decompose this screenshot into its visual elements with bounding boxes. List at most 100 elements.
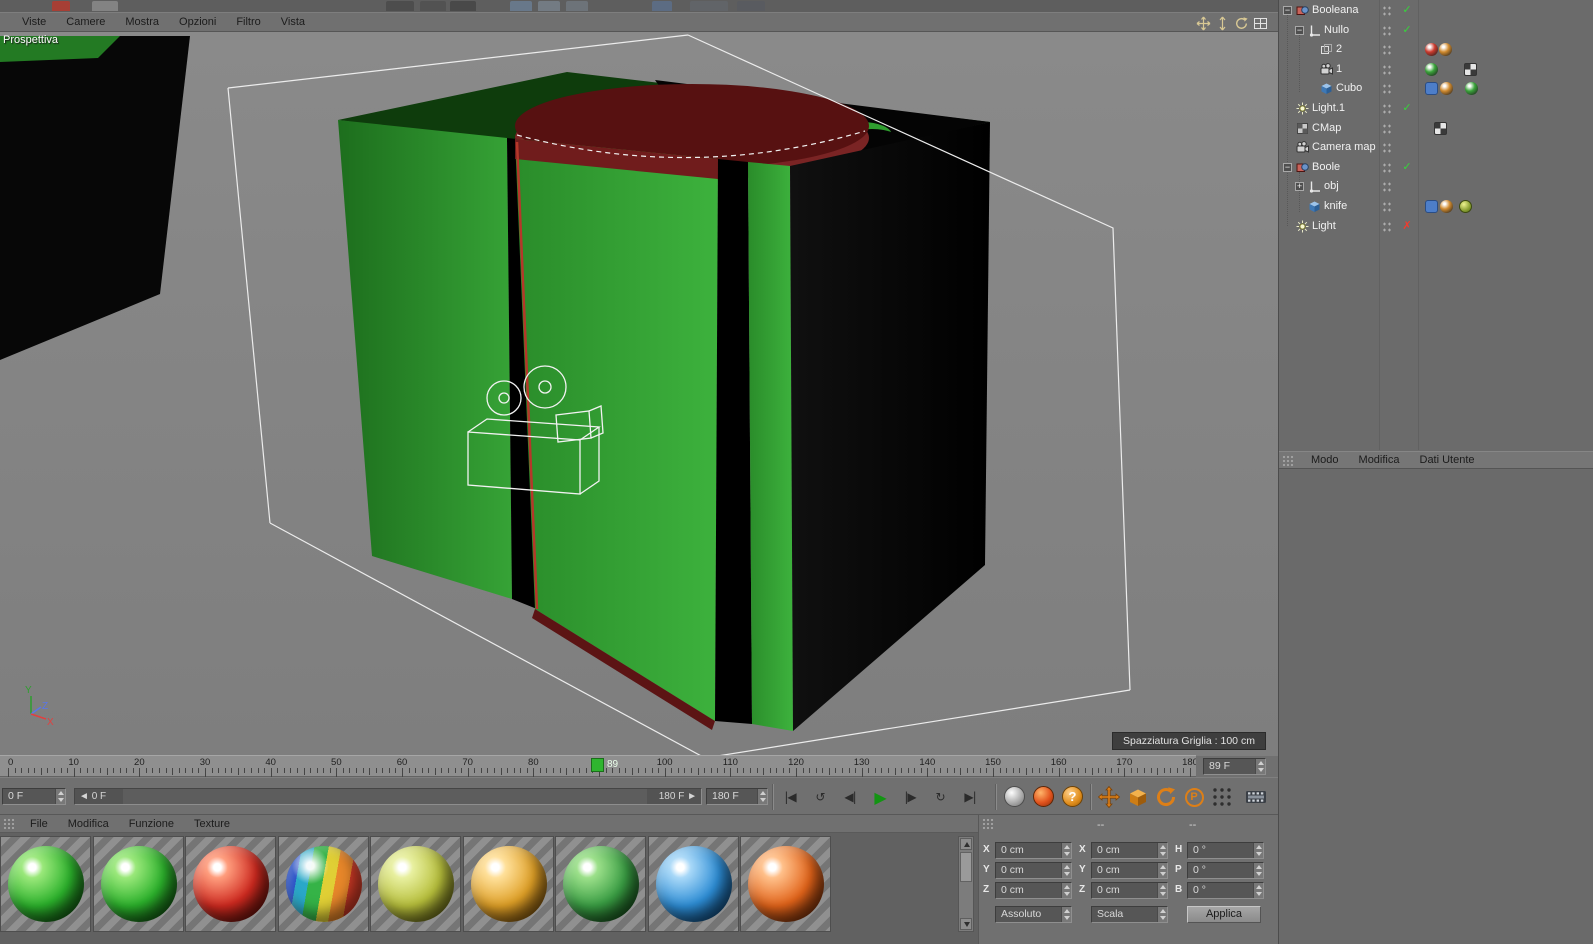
collapse-icon[interactable]: − bbox=[1283, 162, 1292, 172]
material-tile[interactable] bbox=[92, 836, 184, 932]
object-row-knife[interactable]: knife bbox=[1279, 197, 1593, 217]
range-start-handle[interactable]: ◄ 0 F bbox=[75, 789, 123, 804]
enabled-check-icon[interactable]: ✓ bbox=[1399, 101, 1415, 114]
current-frame-field[interactable]: 89 F bbox=[1203, 758, 1266, 775]
record-keyframe-icon[interactable] bbox=[1004, 786, 1025, 807]
object-row-light[interactable]: Light ✗ bbox=[1279, 217, 1593, 237]
tag-thumb[interactable] bbox=[1425, 200, 1438, 213]
material-menu-file[interactable]: File bbox=[20, 818, 58, 830]
visibility-dots-icon[interactable] bbox=[1382, 201, 1391, 213]
viewport-3d[interactable]: Y Z X Prospettiva Spazziatura Griglia : … bbox=[0, 32, 1278, 755]
material-tile[interactable] bbox=[370, 836, 461, 932]
material-menu-texture[interactable]: Texture bbox=[184, 818, 240, 830]
end-frame-spinner-icon[interactable] bbox=[757, 789, 767, 804]
record-parameter-button[interactable]: P bbox=[1181, 784, 1207, 810]
visibility-dots-icon[interactable] bbox=[1382, 24, 1391, 37]
timeline-ruler[interactable]: 0102030405060708090100110120130140150160… bbox=[0, 755, 1198, 777]
coords-mode-dropdown[interactable]: Assoluto bbox=[995, 906, 1072, 923]
coord-pos-x-field[interactable]: 0 cm bbox=[995, 842, 1072, 859]
material-tile[interactable] bbox=[740, 836, 831, 932]
collapse-icon[interactable]: − bbox=[1295, 25, 1304, 35]
menu-viste[interactable]: Viste bbox=[12, 16, 56, 28]
rotate-view-icon[interactable] bbox=[1233, 15, 1249, 31]
panel-handle-icon[interactable] bbox=[1282, 455, 1294, 467]
material-scrollbar[interactable] bbox=[958, 836, 974, 932]
object-row-nullo[interactable]: − Nullo ✓ bbox=[1279, 21, 1593, 41]
start-frame-field[interactable]: 0 F bbox=[2, 788, 66, 805]
record-position-button[interactable] bbox=[1096, 784, 1122, 810]
tab-modo[interactable]: Modo bbox=[1301, 454, 1349, 466]
scrollbar-thumb[interactable] bbox=[960, 852, 972, 882]
sphere-thumb[interactable] bbox=[1439, 43, 1452, 57]
apply-button[interactable]: Applica bbox=[1187, 906, 1261, 923]
material-tile[interactable] bbox=[0, 836, 91, 932]
coord-rot-p-field[interactable]: 0 ° bbox=[1187, 862, 1264, 879]
sphere-thumb[interactable] bbox=[1465, 82, 1478, 96]
visibility-dots-icon[interactable] bbox=[1382, 103, 1391, 115]
scroll-up-icon[interactable] bbox=[960, 838, 972, 850]
enabled-check-icon[interactable]: ✓ bbox=[1399, 3, 1415, 16]
record-scale-button[interactable] bbox=[1125, 784, 1151, 810]
spinner-icon[interactable] bbox=[1157, 843, 1167, 858]
material-tile[interactable] bbox=[462, 836, 554, 932]
coords-scale-dropdown[interactable]: Scala bbox=[1091, 906, 1168, 923]
spinner-icon[interactable] bbox=[1253, 863, 1263, 878]
spinner-icon[interactable] bbox=[1061, 863, 1071, 878]
play-button[interactable]: ▶ bbox=[868, 785, 892, 809]
coord-pos-z-field[interactable]: 0 cm bbox=[995, 882, 1072, 899]
object-row-light-1[interactable]: Light.1 ✓ bbox=[1279, 99, 1593, 119]
tab-modifica[interactable]: Modifica bbox=[1349, 454, 1410, 466]
prev-frame-button[interactable]: ◀| bbox=[838, 785, 862, 809]
visibility-dots-icon[interactable] bbox=[1382, 44, 1391, 57]
move-view-icon[interactable] bbox=[1195, 15, 1211, 31]
texture-thumb[interactable] bbox=[1459, 200, 1472, 213]
visibility-dots-icon[interactable] bbox=[1382, 142, 1391, 155]
material-menu-modifica[interactable]: Modifica bbox=[58, 818, 119, 830]
object-row-booleana[interactable]: − Booleana ✓ bbox=[1279, 1, 1593, 21]
coord-pos-y-field[interactable]: 0 cm bbox=[995, 862, 1072, 879]
zoom-view-icon[interactable] bbox=[1214, 15, 1230, 31]
expand-icon[interactable]: + bbox=[1295, 182, 1304, 192]
sphere-thumb[interactable] bbox=[1425, 62, 1438, 76]
goto-end-button[interactable]: ▶| bbox=[958, 785, 982, 809]
coord-rot-b-field[interactable]: 0 ° bbox=[1187, 882, 1264, 899]
visibility-dots-icon[interactable] bbox=[1382, 63, 1391, 76]
object-row-cubo[interactable]: Cubo bbox=[1279, 79, 1593, 99]
spinner-icon[interactable] bbox=[1061, 883, 1071, 898]
end-frame-field[interactable]: 180 F bbox=[706, 788, 768, 805]
object-row-2[interactable]: 2 bbox=[1279, 40, 1593, 60]
material-tile[interactable] bbox=[555, 836, 646, 932]
play-loop-button[interactable]: ↻ bbox=[928, 785, 952, 809]
record-rotation-button[interactable] bbox=[1153, 784, 1179, 810]
material-tile[interactable] bbox=[647, 836, 739, 932]
visibility-dots-icon[interactable] bbox=[1382, 122, 1391, 135]
menu-vista[interactable]: Vista bbox=[271, 16, 315, 28]
menu-filtro[interactable]: Filtro bbox=[226, 16, 270, 28]
sphere-thumb[interactable] bbox=[1425, 43, 1438, 57]
sphere-thumb[interactable] bbox=[1440, 200, 1453, 213]
start-frame-spinner-icon[interactable] bbox=[55, 789, 65, 804]
object-row-cmap[interactable]: CMap bbox=[1279, 119, 1593, 139]
menu-opzioni[interactable]: Opzioni bbox=[169, 16, 226, 28]
menu-mostra[interactable]: Mostra bbox=[115, 16, 169, 28]
object-row-boole[interactable]: − Boole ✓ bbox=[1279, 158, 1593, 178]
current-frame-marker[interactable] bbox=[591, 758, 604, 772]
enabled-check-icon[interactable]: ✓ bbox=[1399, 160, 1415, 173]
next-frame-button[interactable]: |▶ bbox=[898, 785, 922, 809]
autokey-record-icon[interactable] bbox=[1033, 786, 1054, 807]
collapse-icon[interactable]: − bbox=[1283, 6, 1292, 15]
object-row-1[interactable]: 1 bbox=[1279, 60, 1593, 80]
coord-size-x-field[interactable]: 0 cm bbox=[1091, 842, 1168, 859]
spinner-icon[interactable] bbox=[1157, 863, 1167, 878]
material-tile[interactable] bbox=[277, 836, 369, 932]
goto-start-button[interactable]: |◀ bbox=[778, 785, 802, 809]
checker-thumb[interactable] bbox=[1434, 121, 1447, 135]
spinner-icon[interactable] bbox=[1253, 883, 1263, 898]
play-reverse-button[interactable]: ↺ bbox=[808, 785, 832, 809]
visibility-dots-icon[interactable] bbox=[1382, 181, 1391, 194]
frame-spinner-icon[interactable] bbox=[1255, 759, 1265, 774]
menu-camere[interactable]: Camere bbox=[56, 16, 115, 28]
tag-thumb[interactable] bbox=[1425, 82, 1438, 96]
coord-size-z-field[interactable]: 0 cm bbox=[1091, 882, 1168, 899]
object-row-camera-map[interactable]: Camera map bbox=[1279, 138, 1593, 158]
